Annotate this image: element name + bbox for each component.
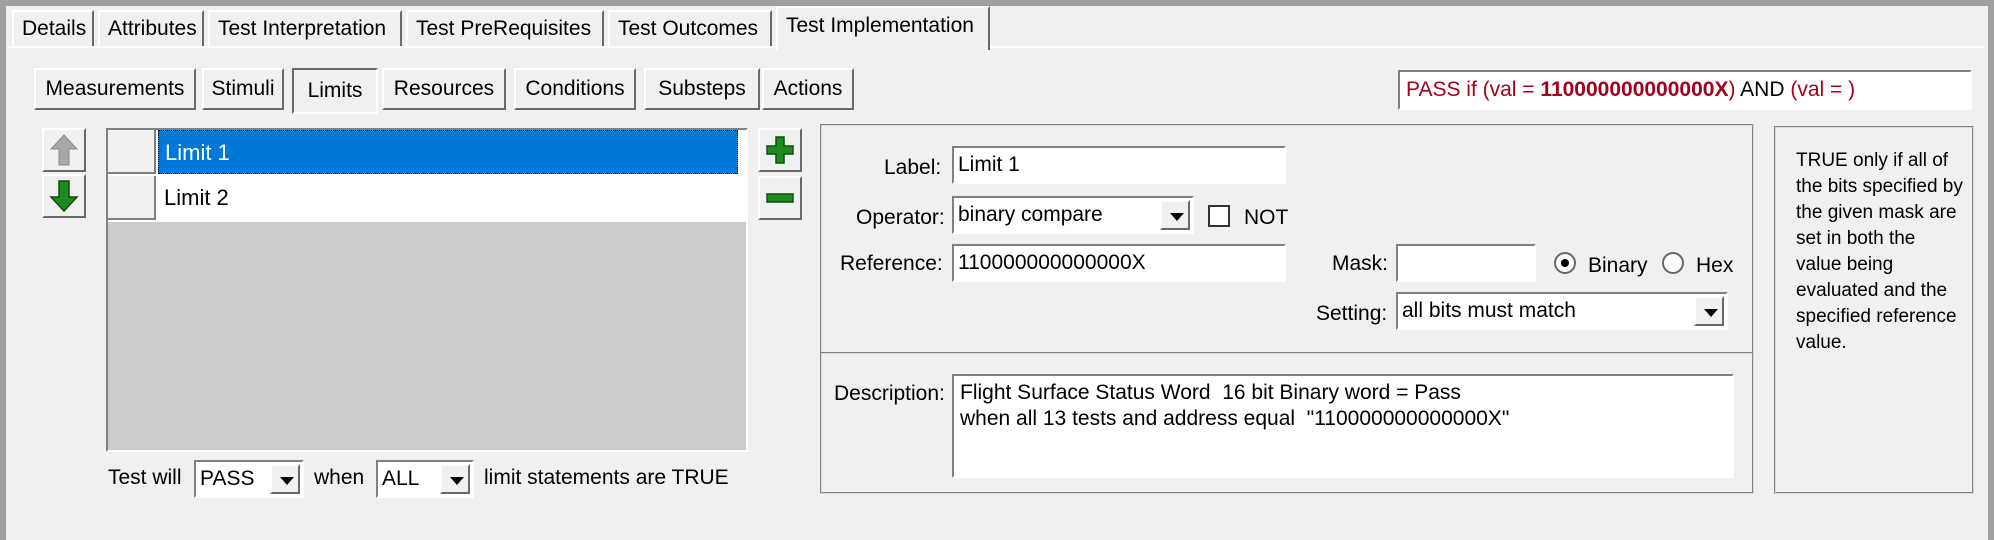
subtab-conditions[interactable]: Conditions: [514, 68, 636, 110]
subtab-substeps[interactable]: Substeps: [644, 68, 760, 110]
setting-value: all bits must match: [1402, 299, 1576, 322]
chevron-down-icon: [280, 477, 294, 485]
chevron-down-icon: [1704, 309, 1718, 317]
window-frame-right: [1988, 0, 1994, 540]
operator-caption: Operator:: [856, 206, 945, 229]
list-item-checkbox[interactable]: [108, 176, 156, 220]
quantifier-select[interactable]: ALL: [376, 460, 474, 498]
dropdown-button[interactable]: [1694, 296, 1724, 326]
list-item-label: Limit 2: [164, 185, 229, 210]
tab-details[interactable]: Details: [12, 10, 94, 46]
setting-select[interactable]: all bits must match: [1396, 292, 1728, 330]
hex-label: Hex: [1696, 254, 1734, 277]
operator-help-text: TRUE only if all of the bits specified b…: [1796, 150, 1963, 353]
window-frame-left: [0, 0, 6, 540]
binary-radio[interactable]: [1554, 252, 1576, 274]
dropdown-button[interactable]: [270, 464, 300, 494]
expression-prefix: PASS if (val =: [1406, 78, 1541, 101]
add-limit-button[interactable]: [758, 128, 802, 172]
reference-input[interactable]: 110000000000000X: [952, 244, 1286, 282]
tab-strip-line: [8, 46, 1984, 48]
expression-value: 110000000000000X: [1540, 78, 1729, 101]
not-label: NOT: [1244, 206, 1289, 229]
tab-test-interpretation[interactable]: Test Interpretation: [208, 10, 402, 46]
setting-caption: Setting:: [1316, 302, 1388, 325]
subtab-stimuli[interactable]: Stimuli: [202, 68, 284, 110]
move-down-button[interactable]: [42, 174, 86, 218]
expression-second: (val = ): [1790, 78, 1856, 101]
tab-test-prerequisites[interactable]: Test PreRequisites: [406, 10, 604, 46]
label-input[interactable]: Limit 1: [952, 146, 1286, 184]
arrow-up-icon: [49, 134, 79, 166]
tab-test-outcomes[interactable]: Test Outcomes: [608, 10, 772, 46]
limit-expression-display: PASS if (val = 110000000000000X) AND (va…: [1398, 70, 1972, 110]
tab-test-implementation[interactable]: Test Implementation: [776, 6, 990, 50]
description-caption: Description:: [834, 382, 945, 405]
mask-input[interactable]: [1396, 244, 1536, 282]
label-caption: Label:: [884, 156, 942, 179]
reference-caption: Reference:: [840, 252, 943, 275]
expression-and: AND: [1735, 78, 1791, 101]
minus-icon: [766, 193, 794, 203]
description-textarea[interactable]: Flight Surface Status Word 16 bit Binary…: [952, 374, 1734, 478]
binary-label: Binary: [1588, 254, 1648, 277]
limits-list[interactable]: Limit 1 Limit 2: [106, 128, 748, 452]
arrow-down-icon: [49, 180, 79, 213]
chevron-down-icon: [1170, 213, 1184, 221]
chevron-down-icon: [450, 477, 464, 485]
operator-help-panel: TRUE only if all of the bits specified b…: [1774, 126, 1974, 494]
dropdown-button[interactable]: [1160, 200, 1190, 230]
list-item-checkbox[interactable]: [108, 130, 156, 174]
operator-value: binary compare: [958, 203, 1103, 226]
list-item[interactable]: Limit 2: [108, 176, 746, 222]
quantifier-value: ALL: [382, 467, 420, 490]
operator-select[interactable]: binary compare: [952, 196, 1194, 234]
tab-attributes[interactable]: Attributes: [98, 10, 204, 46]
list-item-label: Limit 1: [158, 130, 738, 174]
subtab-measurements[interactable]: Measurements: [34, 68, 196, 110]
move-up-button[interactable]: [42, 128, 86, 172]
list-item[interactable]: Limit 1: [108, 130, 746, 176]
pass-rule-prefix: Test will: [108, 466, 182, 489]
pass-result-value: PASS: [200, 467, 255, 490]
subtab-actions[interactable]: Actions: [762, 68, 854, 110]
not-checkbox[interactable]: [1208, 205, 1230, 227]
pass-result-select[interactable]: PASS: [194, 460, 304, 498]
pass-rule-when: when: [314, 466, 365, 489]
mask-caption: Mask:: [1332, 252, 1389, 275]
window-frame-top: [0, 0, 1994, 6]
plus-icon: [766, 136, 794, 164]
remove-limit-button[interactable]: [758, 176, 802, 220]
hex-radio[interactable]: [1662, 252, 1684, 274]
pass-rule-suffix: limit statements are TRUE: [484, 466, 729, 489]
subtab-limits[interactable]: Limits: [292, 68, 378, 114]
subtab-resources[interactable]: Resources: [382, 68, 506, 110]
dropdown-button[interactable]: [440, 464, 470, 494]
